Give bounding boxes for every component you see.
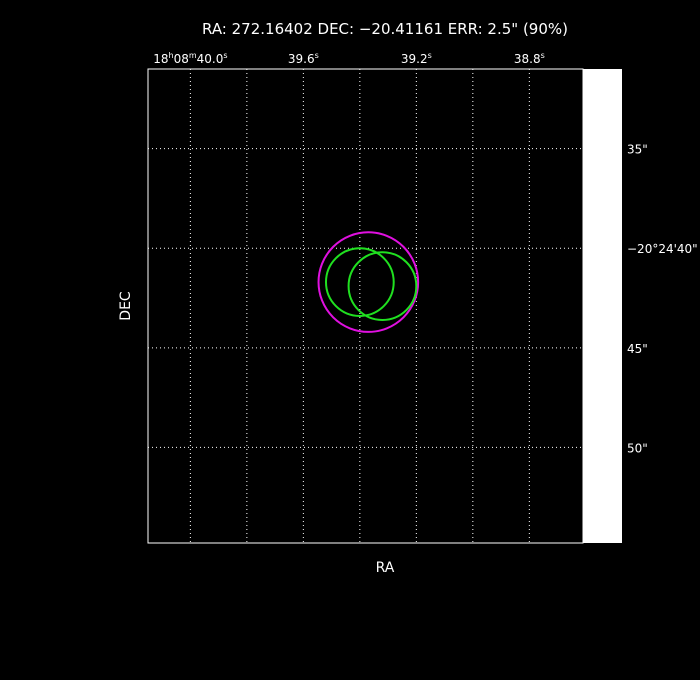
error-circle [347, 251, 418, 321]
y-tick-label: 35" [627, 143, 648, 157]
plot-frame [147, 68, 584, 544]
grid [148, 69, 583, 543]
x-tick-label: 39.2s​ [401, 51, 432, 66]
finding-chart: RA: 272.16402 DEC: −20.41161 ERR: 2.5" (… [118, 20, 698, 576]
x-tick-labels: 18h​08m​40.0s​ 39.6s​ 39.2s​ 38.8s​ [153, 51, 545, 66]
x-axis-label: RA [376, 560, 395, 576]
error-circles [317, 231, 420, 333]
y-tick-labels: 35" −20°24'40" 45" 50" [627, 143, 698, 456]
x-tick-label: 18h​08m​40.0s​ [153, 51, 227, 66]
y-tick-label: −20°24'40" [627, 242, 698, 256]
y-axis-label: DEC [118, 291, 134, 321]
y-tick-label: 50" [627, 441, 648, 455]
y-tick-label: 45" [627, 342, 648, 356]
side-panel [583, 69, 622, 543]
chart-title: RA: 272.16402 DEC: −20.41161 ERR: 2.5" (… [202, 20, 568, 38]
x-tick-label: 39.6s​ [288, 51, 319, 66]
x-tick-label: 38.8s​ [514, 51, 545, 66]
